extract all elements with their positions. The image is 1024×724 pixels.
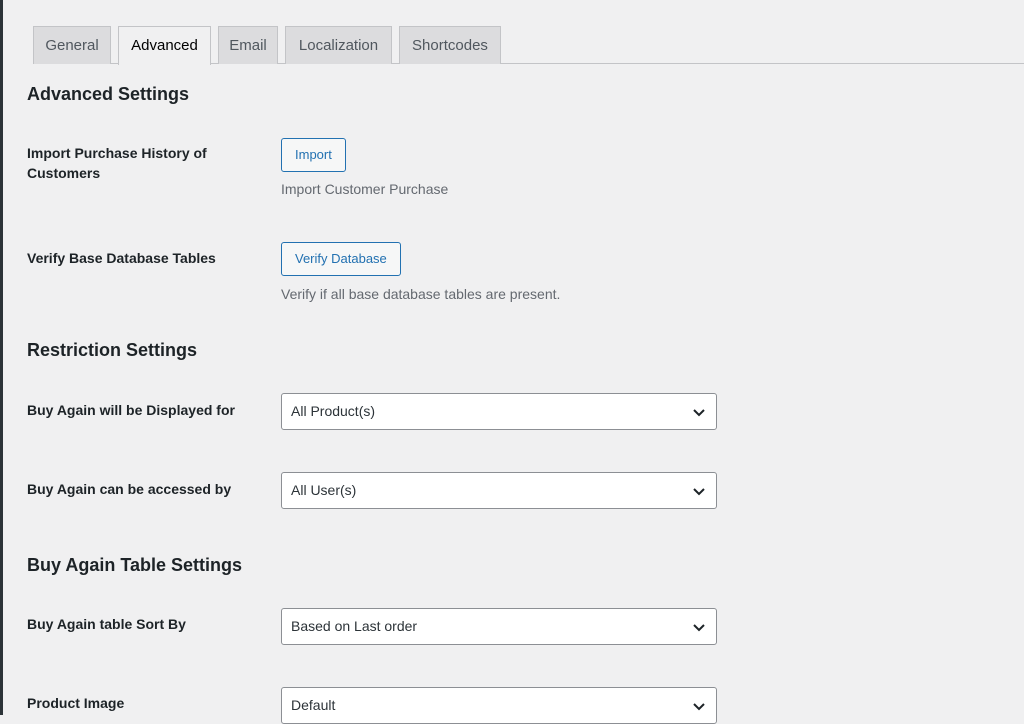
- sort-by-value: Based on Last order: [291, 618, 418, 634]
- displayed-for-value: All Product(s): [291, 403, 376, 419]
- verify-tables-label: Verify Base Database Tables: [27, 250, 216, 266]
- sort-by-select[interactable]: Based on Last order: [281, 608, 717, 645]
- product-image-value: Default: [291, 697, 336, 713]
- tab-email[interactable]: Email: [218, 26, 278, 64]
- import-history-label: Import Purchase History of Customers: [27, 145, 207, 181]
- chevron-down-icon: [693, 703, 705, 711]
- displayed-for-label: Buy Again will be Displayed for: [27, 402, 235, 418]
- product-image-label: Product Image: [27, 695, 125, 711]
- accessed-by-value: All User(s): [291, 482, 357, 498]
- chevron-down-icon: [693, 409, 705, 417]
- tab-advanced[interactable]: Advanced: [118, 26, 211, 65]
- sort-by-label: Buy Again table Sort By: [27, 616, 186, 632]
- accessed-by-select[interactable]: All User(s): [281, 472, 717, 509]
- tab-localization[interactable]: Localization: [285, 26, 392, 64]
- chevron-down-icon: [693, 488, 705, 496]
- product-image-select[interactable]: Default: [281, 687, 717, 724]
- tab-shortcodes[interactable]: Shortcodes: [399, 26, 501, 64]
- verify-database-button[interactable]: Verify Database: [281, 242, 401, 276]
- accessed-by-label: Buy Again can be accessed by: [27, 481, 232, 497]
- import-button[interactable]: Import: [281, 138, 346, 172]
- verify-description: Verify if all base database tables are p…: [281, 286, 561, 302]
- table-settings-heading: Buy Again Table Settings: [27, 555, 243, 575]
- restriction-settings-heading: Restriction Settings: [27, 340, 198, 360]
- chevron-down-icon: [693, 624, 705, 632]
- advanced-settings-heading: Advanced Settings: [27, 84, 190, 104]
- import-description: Import Customer Purchase: [281, 181, 449, 197]
- displayed-for-select[interactable]: All Product(s): [281, 393, 717, 430]
- admin-sidebar-edge: [0, 0, 3, 715]
- tab-general[interactable]: General: [33, 26, 111, 64]
- settings-tabs: General Advanced Email Localization Shor…: [33, 26, 1024, 65]
